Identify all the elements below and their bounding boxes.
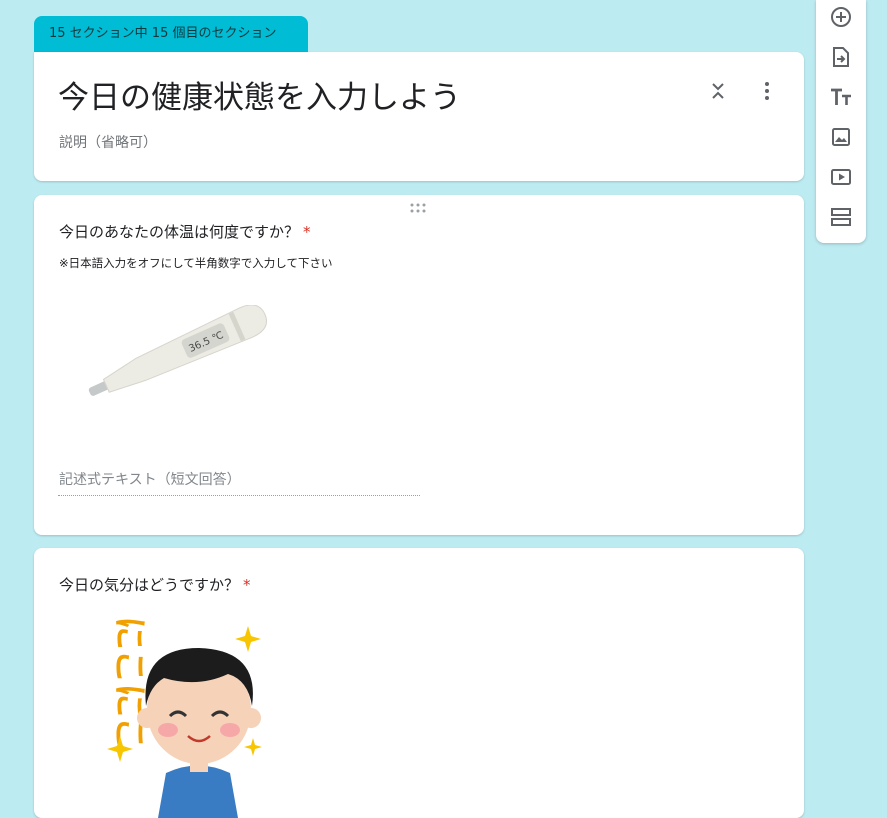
question-title-text: 今日の気分はどうですか？ <box>59 576 240 594</box>
more-vert-icon <box>765 82 769 100</box>
required-asterisk: * <box>243 576 251 594</box>
question-title: 今日のあなたの体温は何度ですか？ * <box>59 221 311 242</box>
import-questions-button[interactable] <box>829 45 853 69</box>
thermometer-illustration: 36.5 ℃ <box>88 305 268 396</box>
form-title-card[interactable]: 今日の健康状態を入力しよう 説明（省略可） <box>34 52 804 181</box>
add-circle-icon <box>831 7 851 27</box>
form-description-field[interactable]: 説明（省略可） <box>59 132 157 152</box>
short-answer-placeholder: 記述式テキスト（短文回答） <box>59 472 241 488</box>
question-toolbar <box>816 0 866 243</box>
section-tab: 15 セクション中 15 個目のセクション <box>34 16 308 52</box>
section-tab-label: 15 セクション中 15 個目のセクション <box>49 26 277 41</box>
collapse-icon <box>712 83 724 99</box>
add-image-button[interactable] <box>829 125 853 149</box>
section-icon <box>831 208 851 226</box>
add-section-button[interactable] <box>829 205 853 229</box>
more-options-button[interactable] <box>755 79 779 103</box>
question-help-text: ※日本語入力をオフにして半角数字で入力して下さい <box>59 256 333 270</box>
question-title-text: 今日のあなたの体温は何度ですか？ <box>59 223 300 241</box>
question-card-mood[interactable]: 今日の気分はどうですか？ * にこにこ <box>34 548 804 818</box>
collapse-section-button[interactable] <box>706 79 730 103</box>
smiling-boy-illustration: にこにこ <box>107 618 262 818</box>
video-icon <box>831 169 851 185</box>
image-icon <box>832 128 850 146</box>
drag-handle-icon[interactable] <box>409 203 427 213</box>
add-title-button[interactable] <box>829 85 853 109</box>
add-video-button[interactable] <box>829 165 853 189</box>
import-icon <box>833 47 849 67</box>
title-icon <box>831 88 851 105</box>
question-card-temperature[interactable]: 今日のあなたの体温は何度ですか？ * ※日本語入力をオフにして半角数字で入力して下… <box>34 195 804 535</box>
form-title[interactable]: 今日の健康状態を入力しよう <box>58 72 461 117</box>
question-title: 今日の気分はどうですか？ * <box>59 574 251 595</box>
required-asterisk: * <box>303 223 311 241</box>
nikoniko-text: にこにこ <box>109 618 149 751</box>
add-question-button[interactable] <box>829 5 853 29</box>
short-answer-input[interactable]: 記述式テキスト（短文回答） <box>58 467 420 496</box>
